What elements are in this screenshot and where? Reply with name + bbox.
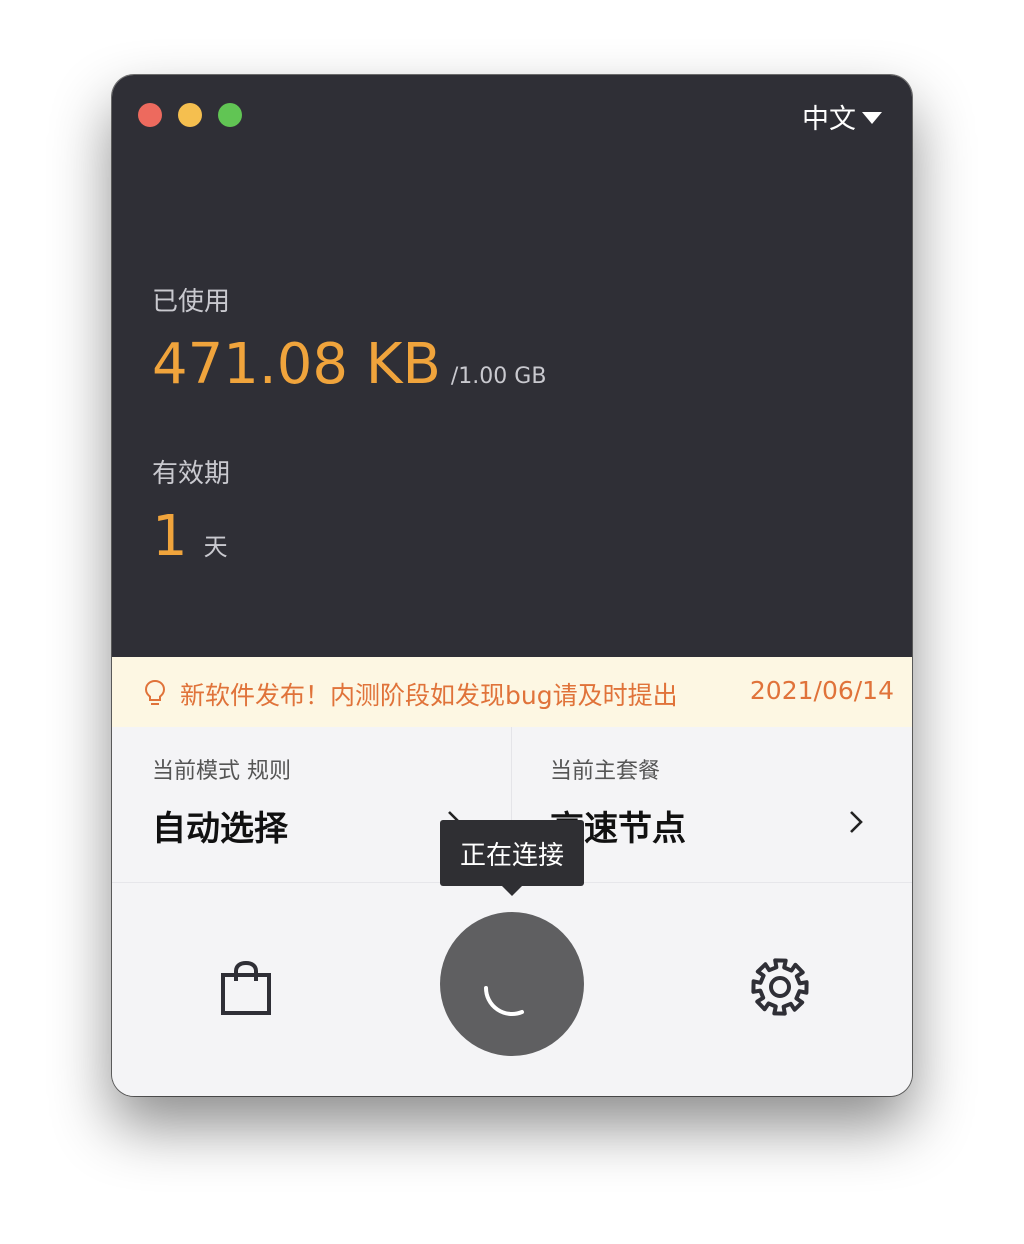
validity-label: 有效期 [152,459,231,489]
spinner-icon [484,986,524,1016]
lightbulb-icon [144,679,166,713]
language-label: 中文 [802,104,856,135]
connect-button[interactable] [440,912,584,1056]
usage-used: 471.08 KB [152,332,441,397]
gear-icon[interactable] [750,957,810,1021]
mode-value: 自动选择 [152,809,288,849]
minimize-window-button[interactable] [178,103,202,127]
zoom-window-button[interactable] [218,103,242,127]
notice-bar[interactable]: 新软件发布！内测阶段如发现bug请及时提出 2021/06/14 [112,657,912,727]
language-selector[interactable]: 中文 [802,97,882,136]
plan-label: 当前主套餐 [550,759,661,784]
shopping-bag-icon[interactable] [220,960,272,1019]
connect-tooltip-text: 正在连接 [459,840,564,871]
usage-label: 已使用 [152,287,231,317]
app-window: 中文 已使用 471.08 KB /1.00 GB 有效期 1 天 新软件发布！… [112,75,912,1096]
usage-value-row: 471.08 KB /1.00 GB [152,337,546,393]
validity-value-row: 1 天 [152,509,228,565]
connect-tooltip: 正在连接 [440,820,584,896]
caret-down-icon [862,111,882,124]
chevron-right-icon [848,809,864,839]
mode-label: 当前模式 规则 [152,759,291,784]
close-window-button[interactable] [138,103,162,127]
usage-total: /1.00 GB [450,364,547,389]
notice-date: 2021/06/14 [749,676,894,705]
validity-days: 1 [152,504,188,569]
notice-message: 新软件发布！内测阶段如发现bug请及时提出 [180,681,678,710]
validity-unit: 天 [203,533,228,561]
stats-panel: 中文 已使用 471.08 KB /1.00 GB 有效期 1 天 [112,75,912,657]
